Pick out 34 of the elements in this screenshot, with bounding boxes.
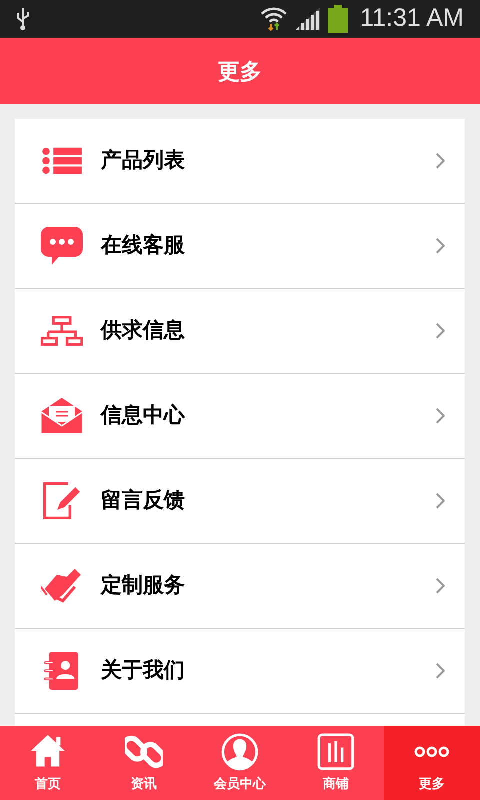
tab-item[interactable]: 更多 (384, 726, 480, 800)
bar-chart-icon (317, 732, 355, 771)
menu-item[interactable]: 关于我们 (15, 629, 465, 714)
menu-item[interactable]: 在线客服 (15, 204, 465, 289)
menu-item[interactable]: 定制服务 (15, 544, 465, 629)
chevron-right-icon (435, 408, 445, 424)
pencil-note-icon (41, 482, 83, 520)
page-title: 更多 (218, 58, 262, 86)
status-time: 11:31 AM (360, 3, 464, 34)
envelope-icon (41, 397, 83, 435)
wifi-icon (260, 6, 288, 32)
menu-item[interactable]: 留言反馈 (15, 459, 465, 544)
dots-icon (414, 746, 450, 758)
chevron-right-icon (435, 153, 445, 169)
menu-item[interactable]: 信息中心 (15, 374, 465, 459)
user-avatar-icon (221, 732, 259, 771)
menu-label: 产品列表 (101, 148, 186, 174)
usb-icon (16, 7, 30, 31)
signal-icon (296, 8, 320, 30)
chevron-right-icon (435, 323, 445, 339)
chevron-right-icon (435, 578, 445, 594)
menu-label: 供求信息 (101, 318, 186, 344)
menu-item[interactable]: 供求信息 (15, 289, 465, 374)
menu-item[interactable]: 产品列表 (15, 119, 465, 204)
menu-label: 信息中心 (101, 402, 186, 430)
menu-label: 留言反馈 (101, 488, 186, 514)
chevron-right-icon (435, 493, 445, 509)
chevron-right-icon (435, 238, 445, 254)
menu-label: 在线客服 (101, 232, 186, 260)
menu-label: 定制服务 (101, 572, 186, 600)
chevron-right-icon (435, 663, 445, 679)
chat-bubble-icon (41, 227, 83, 265)
menu-label: 关于我们 (101, 658, 186, 684)
battery-icon (328, 5, 348, 33)
